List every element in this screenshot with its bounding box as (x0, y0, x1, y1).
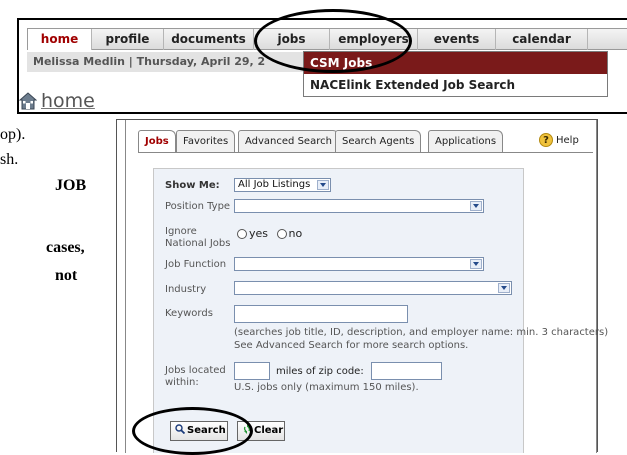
chevron-down-icon (317, 180, 329, 190)
panel-content: Jobs Favorites Advanced Search Search Ag… (125, 120, 608, 453)
tab-divider (138, 152, 593, 153)
jobs-located-label-2: within: (165, 377, 199, 388)
show-me-value: All Job Listings (238, 179, 311, 190)
tab-search-agents[interactable]: Search Agents (335, 130, 422, 152)
position-type-label: Position Type (165, 201, 231, 212)
miles-label: miles of zip code: (276, 366, 364, 377)
show-me-label: Show Me: (165, 180, 220, 191)
keywords-hint-2: See Advanced Search for more search opti… (234, 340, 469, 351)
menu-item-nacelink-search[interactable]: NACElink Extended Job Search (304, 74, 607, 96)
jobs-located-label-1: Jobs located (165, 365, 226, 376)
nav-documents[interactable]: documents (164, 29, 254, 50)
show-me-select[interactable]: All Job Listings (234, 178, 331, 192)
help-label: Help (556, 135, 579, 146)
position-type-select[interactable] (234, 199, 484, 213)
nav-calendar[interactable]: calendar (496, 29, 588, 50)
nav-home[interactable]: home (28, 29, 92, 50)
location-hint: U.S. jobs only (maximum 150 miles). (234, 382, 419, 393)
annotation-circle-search (132, 407, 253, 455)
annotation-circle-jobs (254, 9, 412, 73)
industry-label: Industry (165, 284, 207, 295)
clear-button-label: Clear (254, 425, 284, 436)
tab-advanced-search[interactable]: Advanced Search (238, 130, 339, 152)
yes-label: yes (249, 227, 269, 240)
ignore-label-line-1: Ignore (165, 226, 197, 237)
tab-applications[interactable]: Applications (428, 130, 504, 152)
keywords-label: Keywords (165, 308, 213, 319)
doc-text-line-4: cases, (46, 239, 85, 256)
keywords-input[interactable] (234, 305, 408, 323)
home-icon (19, 92, 37, 110)
doc-text-line-2: sh. (0, 151, 19, 168)
job-search-panel: Jobs Favorites Advanced Search Search Ag… (116, 119, 608, 453)
tab-jobs[interactable]: Jobs (138, 130, 176, 153)
miles-input[interactable] (234, 362, 270, 380)
nav-profile[interactable]: profile (92, 29, 164, 50)
no-radio[interactable] (276, 229, 287, 239)
job-function-select[interactable] (234, 257, 484, 271)
ignore-label-line-2: National Jobs (165, 238, 231, 249)
page-title: home (41, 90, 95, 112)
ignore-radio-group: yes no (237, 228, 302, 240)
help-link[interactable]: ? Help (539, 132, 579, 150)
industry-select[interactable] (234, 281, 512, 295)
no-label: no (288, 227, 303, 240)
keywords-hint-1: (searches job title, ID, description, an… (234, 327, 609, 338)
chevron-down-icon (498, 283, 510, 293)
chevron-down-icon (470, 259, 482, 269)
doc-text-line-1: op). (0, 126, 26, 143)
tab-favorites[interactable]: Favorites (176, 130, 236, 152)
chevron-down-icon (470, 201, 482, 211)
zip-code-input[interactable] (371, 362, 442, 380)
nav-events[interactable]: events (418, 29, 496, 50)
doc-text-line-3: JOB (55, 177, 87, 194)
help-icon: ? (539, 133, 553, 147)
job-function-label: Job Function (165, 259, 227, 270)
doc-text-line-5: not (55, 267, 78, 284)
yes-radio[interactable] (237, 229, 247, 239)
